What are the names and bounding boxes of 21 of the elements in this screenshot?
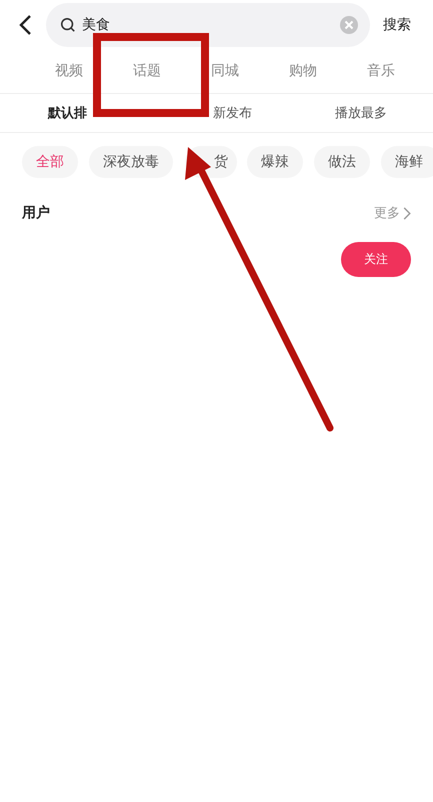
filter-chip[interactable]: 爆辣 <box>247 146 303 178</box>
tab[interactable]: 购物 <box>264 62 342 80</box>
tab[interactable]: 话题 <box>108 62 186 80</box>
sort-option[interactable]: 新发布 <box>213 104 252 122</box>
filter-chip[interactable]: 海鲜 <box>381 146 433 178</box>
tab[interactable]: 视频 <box>30 62 108 80</box>
chevron-icon <box>403 206 411 220</box>
tab[interactable]: 音乐 <box>342 62 420 80</box>
search-input[interactable]: 美食 <box>82 17 334 33</box>
filter-chip[interactable]: 深夜放毒 <box>89 146 173 178</box>
sort-option[interactable]: 默认排 <box>48 104 87 122</box>
section-title: 用户 <box>22 204 50 222</box>
filter-chip[interactable]: 全部 <box>22 146 78 178</box>
sort-option[interactable]: 播放最多 <box>335 104 387 122</box>
back-icon[interactable] <box>18 14 32 36</box>
search-icon <box>60 17 76 33</box>
search-field[interactable]: 美食 <box>46 3 370 47</box>
search-button[interactable]: 搜索 <box>383 16 411 34</box>
filter-chip[interactable]: 做法 <box>314 146 370 178</box>
follow-button[interactable]: 关注 <box>341 242 411 277</box>
tab[interactable]: 同城 <box>186 62 264 80</box>
